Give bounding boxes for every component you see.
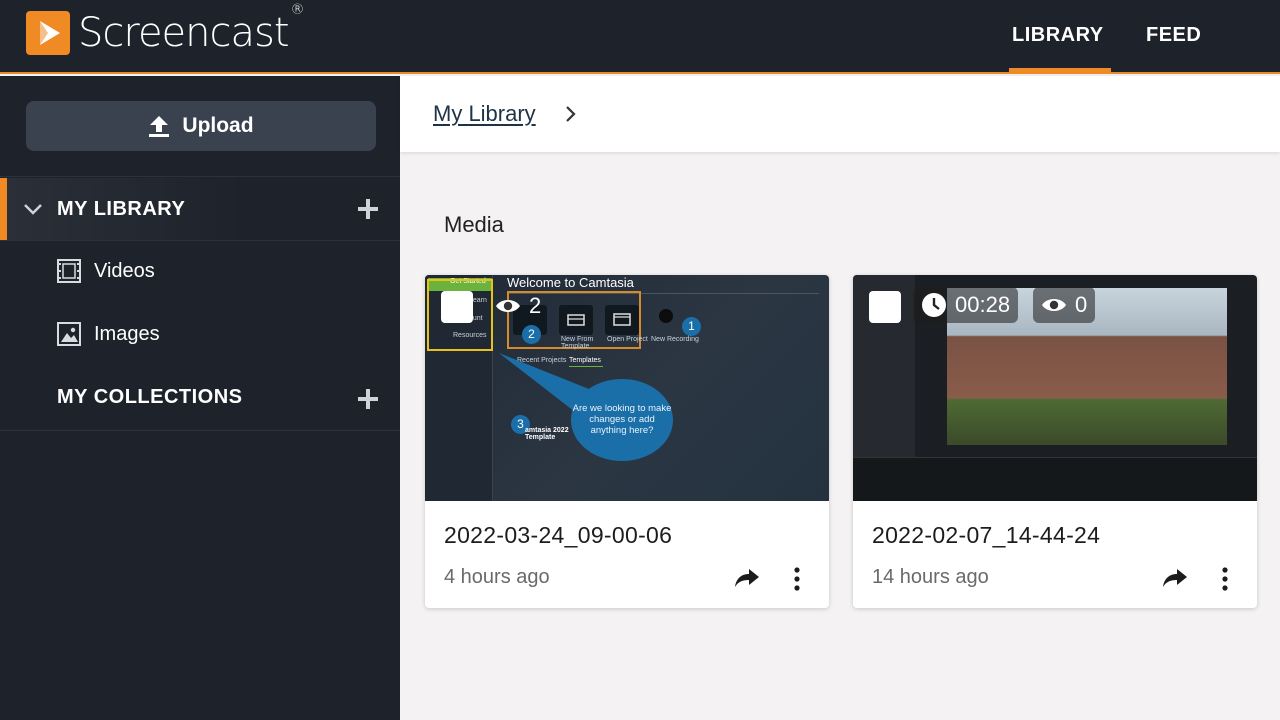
- eye-icon: [496, 300, 520, 312]
- tab-library[interactable]: LIBRARY: [1012, 24, 1104, 47]
- media-title[interactable]: 2022-02-07_14-44-24: [872, 522, 1100, 549]
- media-card[interactable]: 00:28 0 2022-02-07_14-44-24 14 hours ago: [853, 275, 1257, 608]
- thumbnail-tile-label: Open Project: [607, 336, 648, 343]
- breadcrumb: My Library: [400, 76, 1280, 152]
- video-thumbnail[interactable]: Get Started Learn ount Resources Welcome…: [425, 275, 829, 501]
- section-title-media: Media: [444, 212, 504, 237]
- folder-icon: [613, 313, 631, 326]
- my-collections-label: MY COLLECTIONS: [57, 386, 243, 408]
- thumbnail-tile-label: New Recording: [651, 336, 699, 343]
- step-badge: 1: [682, 317, 701, 336]
- select-checkbox[interactable]: [441, 291, 473, 323]
- add-folder-plus-icon[interactable]: [357, 198, 379, 220]
- tab-feed[interactable]: FEED: [1146, 24, 1201, 47]
- share-icon[interactable]: [734, 567, 760, 589]
- thumbnail-timeline: [853, 457, 1257, 501]
- eye-icon: [1042, 299, 1066, 311]
- share-icon[interactable]: [1162, 567, 1188, 589]
- image-icon: [57, 322, 81, 346]
- clock-icon: [922, 293, 946, 317]
- select-checkbox[interactable]: [869, 291, 901, 323]
- views-count: 0: [1075, 292, 1088, 317]
- divider: [0, 176, 400, 177]
- divider: [0, 240, 400, 241]
- sidebar-item-videos[interactable]: Videos: [56, 258, 155, 284]
- views-count: 2: [529, 293, 542, 318]
- media-title[interactable]: 2022-03-24_09-00-06: [444, 522, 672, 549]
- views-badge: 2: [487, 288, 549, 324]
- sidebar-item-my-collections[interactable]: MY COLLECTIONS: [0, 366, 400, 428]
- images-label: Images: [94, 322, 160, 345]
- template-icon: [567, 314, 585, 326]
- sidebar-item-images[interactable]: Images: [56, 321, 160, 347]
- thumbnail-tile-label: New From Template: [561, 336, 594, 350]
- breadcrumb-my-library-link[interactable]: My Library: [433, 101, 536, 127]
- media-card[interactable]: Get Started Learn ount Resources Welcome…: [425, 275, 829, 608]
- brand-name[interactable]: Screencast®: [78, 2, 305, 56]
- upload-icon: [149, 116, 170, 137]
- add-collection-plus-icon[interactable]: [357, 388, 379, 410]
- film-icon: [57, 259, 81, 283]
- comment-bubble: Are we looking to make changes or add an…: [571, 379, 673, 461]
- step-badge: 2: [522, 325, 541, 344]
- chevron-down-icon[interactable]: [22, 201, 44, 217]
- upload-button[interactable]: Upload: [26, 101, 376, 151]
- videos-label: Videos: [94, 259, 155, 282]
- views-badge: 0: [1033, 287, 1096, 323]
- thumbnail-template-name: amtasia 2022 Template: [525, 427, 569, 441]
- sidebar: Upload MY LIBRARY Videos Images MY COLLE…: [0, 76, 400, 720]
- media-timestamp: 14 hours ago: [872, 566, 989, 588]
- video-thumbnail[interactable]: 00:28 0: [853, 275, 1257, 501]
- duration-text: 00:28: [955, 292, 1011, 317]
- more-options-icon[interactable]: [792, 566, 802, 592]
- chevron-right-icon: [566, 106, 576, 122]
- top-header: Screencast® LIBRARY FEED: [0, 0, 1280, 74]
- upload-label: Upload: [182, 114, 254, 137]
- media-timestamp: 4 hours ago: [444, 566, 550, 588]
- duration-badge: 00:28: [913, 287, 1019, 323]
- more-options-icon[interactable]: [1220, 566, 1230, 592]
- screencast-logo-icon[interactable]: [26, 11, 70, 55]
- record-dot-icon: [659, 309, 673, 323]
- sidebar-item-my-library[interactable]: MY LIBRARY: [0, 178, 400, 240]
- my-library-label: MY LIBRARY: [57, 198, 186, 220]
- active-tab-indicator: [1009, 68, 1111, 74]
- divider: [0, 430, 400, 431]
